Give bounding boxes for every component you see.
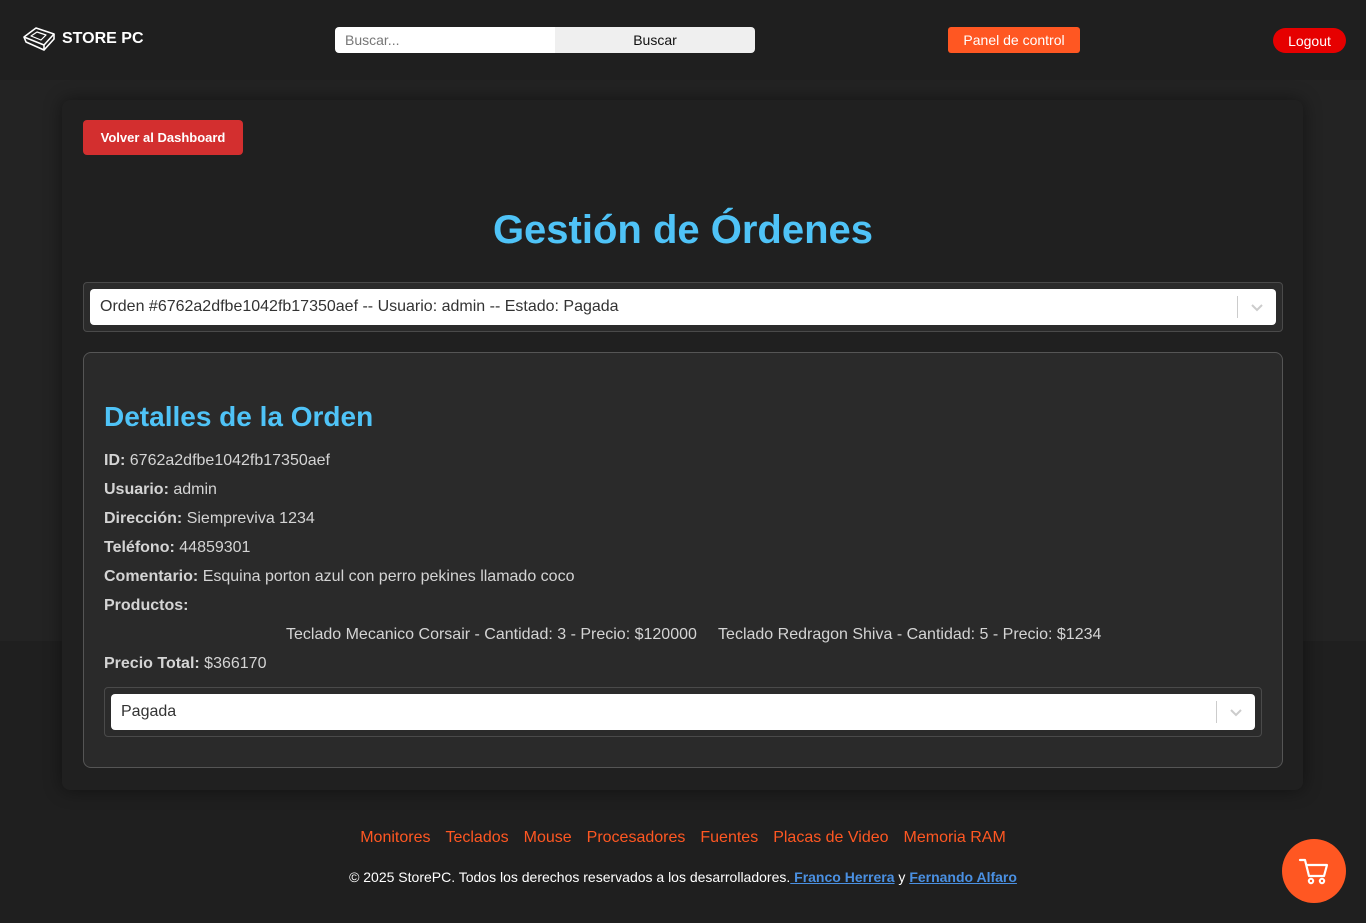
control-panel-button[interactable]: Panel de control bbox=[948, 27, 1080, 53]
order-address-value: Siempreviva 1234 bbox=[186, 510, 315, 527]
order-products-label: Productos: bbox=[104, 597, 189, 614]
keycap-icon bbox=[23, 27, 55, 51]
shopping-cart-icon bbox=[1298, 858, 1329, 885]
order-id-row: ID: 6762a2dfbe1042fb17350aef bbox=[104, 452, 330, 470]
order-id-value: 6762a2dfbe1042fb17350aef bbox=[129, 452, 330, 469]
footer-link-monitores[interactable]: Monitores bbox=[360, 829, 430, 847]
order-select-value: Orden #6762a2dfbe1042fb17350aef -- Usuar… bbox=[100, 298, 619, 315]
order-phone-value: 44859301 bbox=[179, 539, 251, 556]
order-total-value: $366170 bbox=[204, 655, 267, 672]
order-comment-label: Comentario: bbox=[104, 568, 199, 585]
order-select-wrapper: Orden #6762a2dfbe1042fb17350aef -- Usuar… bbox=[83, 282, 1283, 332]
page-title: Gestión de Órdenes bbox=[492, 208, 874, 252]
status-select-wrapper: Pagada bbox=[104, 687, 1262, 737]
copyright-text: © 2025 StorePC. Todos los derechos reser… bbox=[349, 869, 791, 885]
order-details-title: Detalles de la Orden bbox=[104, 401, 374, 432]
order-total-label: Precio Total: bbox=[104, 655, 200, 672]
order-address-row: Dirección: Siempreviva 1234 bbox=[104, 510, 315, 528]
cart-button[interactable] bbox=[1282, 839, 1346, 903]
chevron-down-icon[interactable] bbox=[1217, 694, 1255, 730]
order-phone-label: Teléfono: bbox=[104, 539, 175, 556]
footer-copyright: © 2025 StorePC. Todos los derechos reser… bbox=[0, 869, 1366, 885]
brand-name: STORE PC bbox=[62, 30, 144, 47]
search-button[interactable]: Buscar bbox=[555, 27, 755, 53]
order-id-label: ID: bbox=[104, 452, 126, 469]
author-link-fernando[interactable]: Fernando Alfaro bbox=[909, 869, 1017, 885]
brand-logo[interactable]: STORE PC bbox=[22, 25, 144, 53]
search-input[interactable] bbox=[335, 27, 555, 53]
author-link-franco[interactable]: Franco Herrera bbox=[790, 869, 894, 885]
order-user-label: Usuario: bbox=[104, 481, 169, 498]
order-user-row: Usuario: admin bbox=[104, 481, 217, 499]
footer-link-mouse[interactable]: Mouse bbox=[524, 829, 572, 847]
logout-button[interactable]: Logout bbox=[1273, 28, 1346, 53]
chevron-down-icon[interactable] bbox=[1238, 289, 1276, 325]
top-navbar: STORE PC Buscar Panel de control Logout bbox=[0, 0, 1366, 80]
footer-link-memoria-ram[interactable]: Memoria RAM bbox=[904, 829, 1006, 847]
footer-link-fuentes[interactable]: Fuentes bbox=[700, 829, 758, 847]
copyright-conjunction: y bbox=[898, 869, 906, 885]
footer-category-links: Monitores Teclados Mouse Procesadores Fu… bbox=[0, 829, 1366, 847]
order-comment-row: Comentario: Esquina porton azul con perr… bbox=[104, 568, 574, 586]
status-select-value: Pagada bbox=[121, 703, 177, 720]
status-select[interactable]: Pagada bbox=[111, 694, 1255, 730]
order-comment-value: Esquina porton azul con perro pekines ll… bbox=[202, 568, 575, 585]
order-select[interactable]: Orden #6762a2dfbe1042fb17350aef -- Usuar… bbox=[90, 289, 1276, 325]
footer-link-placas-de-video[interactable]: Placas de Video bbox=[773, 829, 888, 847]
order-products-row: Productos: bbox=[104, 597, 188, 615]
list-item: Teclado Mecanico Corsair - Cantidad: 3 -… bbox=[286, 626, 697, 643]
footer-link-procesadores[interactable]: Procesadores bbox=[587, 829, 686, 847]
back-to-dashboard-button[interactable]: Volver al Dashboard bbox=[83, 120, 243, 155]
order-products-list: Teclado Mecanico Corsair - Cantidad: 3 -… bbox=[286, 626, 1118, 644]
list-item: Teclado Redragon Shiva - Cantidad: 5 - P… bbox=[718, 626, 1102, 643]
order-total-row: Precio Total: $366170 bbox=[104, 655, 266, 673]
order-phone-row: Teléfono: 44859301 bbox=[104, 539, 250, 557]
order-address-label: Dirección: bbox=[104, 510, 183, 527]
footer-link-teclados[interactable]: Teclados bbox=[445, 829, 508, 847]
order-user-value: admin bbox=[173, 481, 217, 498]
